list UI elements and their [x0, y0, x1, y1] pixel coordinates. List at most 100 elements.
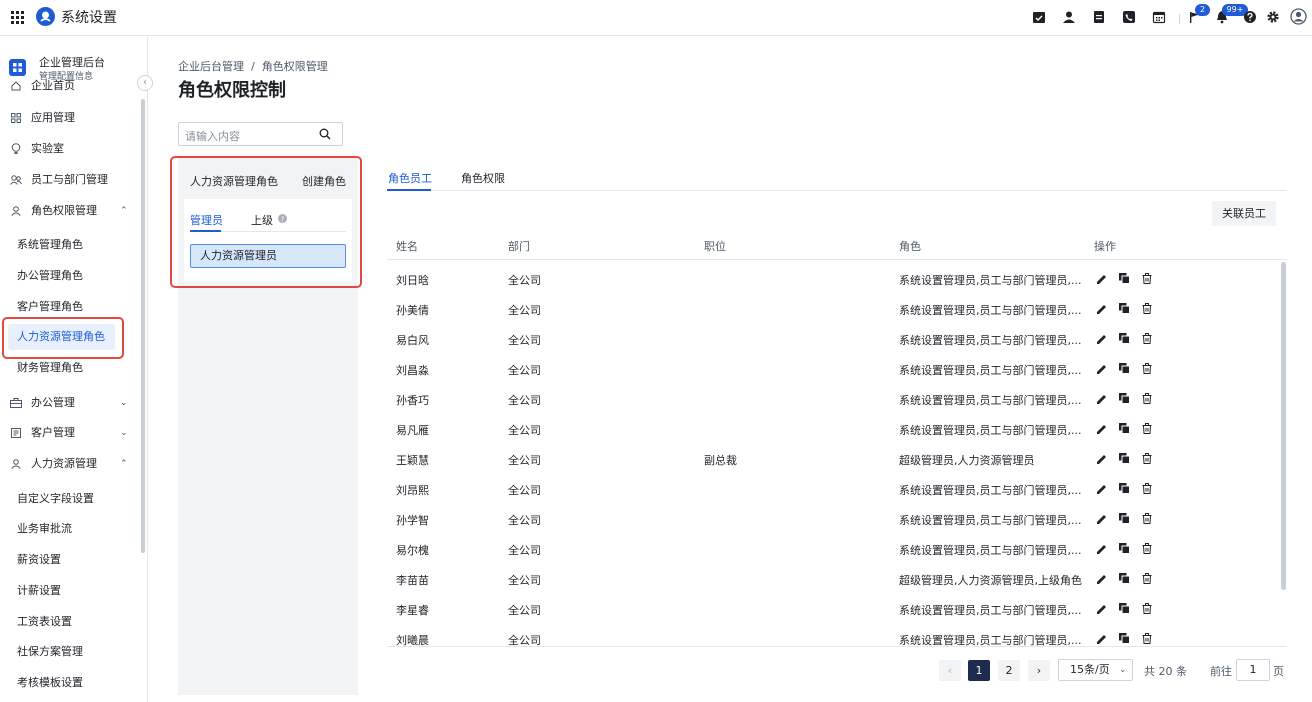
delete-icon[interactable] [1141, 542, 1153, 554]
tab-role-staff[interactable]: 角色员工 [388, 170, 432, 186]
edit-icon[interactable] [1095, 302, 1107, 314]
phone-icon[interactable] [1122, 10, 1136, 24]
delete-icon[interactable] [1141, 302, 1153, 314]
edit-icon[interactable] [1095, 572, 1107, 584]
sidebar-item-custom-fields[interactable]: 自定义字段设置 [0, 486, 140, 512]
cell-name: 李苗苗 [396, 574, 429, 587]
grid-icon[interactable] [11, 11, 24, 24]
cell-name: 李星睿 [396, 604, 429, 617]
sidebar-item-roles[interactable]: 角色权限管理 ⌃ [0, 198, 140, 224]
copy-icon[interactable] [1118, 572, 1130, 584]
edit-icon[interactable] [1095, 422, 1107, 434]
cell-dept: 全公司 [508, 304, 541, 317]
delete-icon[interactable] [1141, 602, 1153, 614]
next-page-button[interactable]: › [1028, 660, 1050, 681]
table-scrollbar[interactable] [1281, 262, 1286, 590]
total-count: 共 20 条 [1144, 665, 1187, 678]
chevron-down-icon: ⌄ [120, 398, 128, 408]
copy-icon[interactable] [1118, 332, 1130, 344]
delete-icon[interactable] [1141, 572, 1153, 584]
edit-icon[interactable] [1095, 272, 1107, 284]
copy-icon[interactable] [1118, 632, 1130, 644]
copy-icon[interactable] [1118, 482, 1130, 494]
collapse-sidebar-button[interactable]: ‹ [137, 75, 153, 91]
edit-icon[interactable] [1095, 332, 1107, 344]
chevron-up-icon: ⌃ [120, 206, 128, 216]
sidebar-item-payslip[interactable]: 工资表设置 [0, 609, 140, 635]
sidebar-item-approval[interactable]: 业务审批流 [0, 516, 140, 542]
copy-icon[interactable] [1118, 392, 1130, 404]
delete-icon[interactable] [1141, 272, 1153, 284]
copy-icon[interactable] [1118, 302, 1130, 314]
column-header-position: 职位 [704, 240, 726, 253]
sidebar-item-office[interactable]: 办公管理 ⌄ [0, 390, 140, 416]
copy-icon[interactable] [1118, 272, 1130, 284]
page-button-1[interactable]: 1 [968, 660, 990, 681]
copy-icon[interactable] [1118, 422, 1130, 434]
document-icon[interactable] [1092, 10, 1106, 24]
sidebar-item-assessment[interactable]: 考核模板设置 [0, 670, 140, 696]
sidebar-scrollbar[interactable] [141, 99, 145, 553]
calendar-check-icon[interactable] [1032, 10, 1046, 24]
help-icon[interactable] [1243, 10, 1257, 24]
sidebar-item-hr[interactable]: 人力资源管理 ⌃ [0, 451, 140, 477]
sidebar-item-lab[interactable]: 实验室 [0, 136, 140, 162]
edit-icon[interactable] [1095, 512, 1107, 524]
sidebar-item-finance-role[interactable]: 财务管理角色 [0, 355, 140, 381]
sidebar-item-label: 应用管理 [31, 111, 75, 124]
prev-page-button[interactable]: ‹ [939, 660, 961, 681]
highlight-box [170, 156, 362, 288]
edit-icon[interactable] [1095, 542, 1107, 554]
search-input[interactable]: 请输入内容 [178, 122, 343, 146]
edit-icon[interactable] [1095, 632, 1107, 644]
associate-staff-button[interactable]: 关联员工 [1212, 201, 1276, 226]
delete-icon[interactable] [1141, 422, 1153, 434]
delete-icon[interactable] [1141, 332, 1153, 344]
edit-icon[interactable] [1095, 452, 1107, 464]
page-button-2[interactable]: 2 [998, 660, 1020, 681]
sidebar-item-home[interactable]: 企业首页 [0, 77, 140, 93]
edit-icon[interactable] [1095, 392, 1107, 404]
goto-page-input[interactable]: 1 [1236, 659, 1270, 681]
table-row: 刘曦晨 全公司 系统设置管理员,员工与部门管理员,... [387, 624, 1280, 654]
account-icon[interactable] [1290, 8, 1307, 25]
copy-icon[interactable] [1118, 452, 1130, 464]
user-icon[interactable] [1062, 10, 1076, 24]
cell-dept: 全公司 [508, 514, 541, 527]
sidebar-item-apps[interactable]: 应用管理 [0, 105, 140, 131]
edit-icon[interactable] [1095, 482, 1107, 494]
delete-icon[interactable] [1141, 512, 1153, 524]
column-header-dept: 部门 [508, 240, 530, 253]
sidebar-item-payroll-calc[interactable]: 计薪设置 [0, 578, 140, 604]
sidebar-header-title: 企业管理后台 [39, 56, 105, 69]
cell-role: 系统设置管理员,员工与部门管理员,... [899, 274, 1082, 287]
delete-icon[interactable] [1141, 482, 1153, 494]
sidebar-item-office-role[interactable]: 办公管理角色 [0, 263, 140, 289]
table-row: 孙香巧 全公司 系统设置管理员,员工与部门管理员,... [387, 384, 1280, 414]
tab-role-permissions[interactable]: 角色权限 [461, 170, 505, 186]
sidebar-item-staff[interactable]: 员工与部门管理 [0, 167, 140, 193]
copy-icon[interactable] [1118, 512, 1130, 524]
table-row: 孙学智 全公司 系统设置管理员,员工与部门管理员,... [387, 504, 1280, 534]
search-placeholder: 请输入内容 [185, 130, 240, 143]
sidebar-item-social-security[interactable]: 社保方案管理 [0, 639, 140, 665]
edit-icon[interactable] [1095, 362, 1107, 374]
delete-icon[interactable] [1141, 452, 1153, 464]
sidebar-item-salary[interactable]: 薪资设置 [0, 547, 140, 573]
search-icon[interactable] [319, 128, 331, 140]
copy-icon[interactable] [1118, 542, 1130, 554]
delete-icon[interactable] [1141, 632, 1153, 644]
delete-icon[interactable] [1141, 392, 1153, 404]
page-size-select[interactable]: 15条/页 ⌄ [1058, 659, 1133, 681]
sidebar-item-system-role[interactable]: 系统管理角色 [0, 232, 140, 258]
edit-icon[interactable] [1095, 602, 1107, 614]
delete-icon[interactable] [1141, 362, 1153, 374]
table-row: 孙美倩 全公司 系统设置管理员,员工与部门管理员,... [387, 294, 1280, 324]
copy-icon[interactable] [1118, 602, 1130, 614]
copy-icon[interactable] [1118, 362, 1130, 374]
table-row: 王颖慧 全公司 副总裁 超级管理员,人力资源管理员 [387, 444, 1280, 474]
gear-icon[interactable] [1266, 10, 1280, 24]
sidebar-item-customer[interactable]: 客户管理 ⌄ [0, 420, 140, 446]
cell-dept: 全公司 [508, 394, 541, 407]
calendar-icon[interactable] [1152, 10, 1166, 24]
